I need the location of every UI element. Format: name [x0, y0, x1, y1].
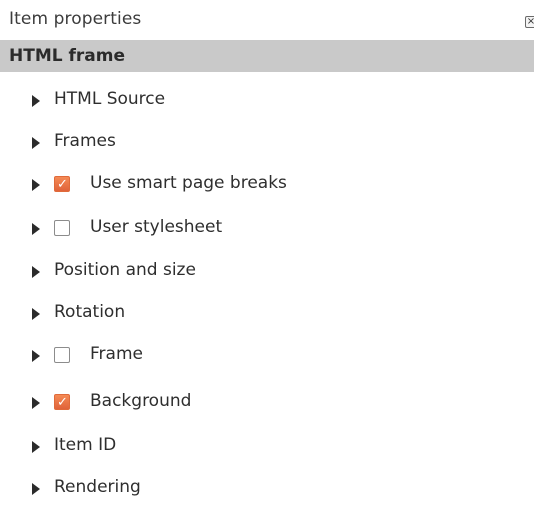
item-properties-panel: Item properties × HTML frame HTML Source…	[0, 0, 534, 508]
group-label: Frame	[90, 344, 143, 364]
expand-arrow-icon[interactable]	[32, 223, 40, 235]
expand-arrow-icon[interactable]	[32, 441, 40, 453]
panel-title: Item properties	[9, 9, 142, 29]
expand-arrow-icon[interactable]	[32, 350, 40, 362]
user-stylesheet-checkbox[interactable]	[54, 220, 70, 236]
expand-arrow-icon[interactable]	[32, 137, 40, 149]
checkmark-icon: ✓	[57, 177, 68, 192]
expand-arrow-icon[interactable]	[32, 266, 40, 278]
expand-arrow-icon[interactable]	[32, 308, 40, 320]
group-label: Rotation	[54, 302, 126, 322]
group-frames[interactable]: Frames	[0, 128, 534, 158]
group-label: HTML Source	[54, 89, 166, 109]
close-icon[interactable]: ×	[525, 16, 534, 28]
group-label: Background	[90, 391, 192, 411]
checkmark-icon: ✓	[57, 395, 68, 410]
background-checkbox[interactable]: ✓	[54, 394, 70, 410]
group-position-and-size[interactable]: Position and size	[0, 257, 534, 287]
group-label: Frames	[54, 131, 116, 151]
expand-arrow-icon[interactable]	[32, 483, 40, 495]
group-label: Item ID	[54, 435, 117, 455]
group-label: User stylesheet	[90, 217, 223, 237]
group-label: Position and size	[54, 260, 196, 280]
group-label: Use smart page breaks	[90, 173, 287, 193]
frame-checkbox[interactable]	[54, 347, 70, 363]
group-user-stylesheet[interactable]: User stylesheet	[0, 214, 534, 244]
section-header: HTML frame	[0, 40, 534, 72]
expand-arrow-icon[interactable]	[32, 397, 40, 409]
group-rotation[interactable]: Rotation	[0, 299, 534, 329]
group-frame[interactable]: Frame	[0, 341, 534, 371]
group-item-id[interactable]: Item ID	[0, 432, 534, 462]
expand-arrow-icon[interactable]	[32, 179, 40, 191]
group-background[interactable]: ✓ Background	[0, 388, 534, 418]
section-title: HTML frame	[9, 46, 125, 66]
group-rendering[interactable]: Rendering	[0, 474, 534, 504]
panel-titlebar: Item properties ×	[0, 7, 534, 37]
expand-arrow-icon[interactable]	[32, 95, 40, 107]
group-html-source[interactable]: HTML Source	[0, 86, 534, 116]
smart-page-breaks-checkbox[interactable]: ✓	[54, 176, 70, 192]
group-label: Rendering	[54, 477, 141, 497]
group-use-smart-page-breaks[interactable]: ✓ Use smart page breaks	[0, 170, 534, 200]
